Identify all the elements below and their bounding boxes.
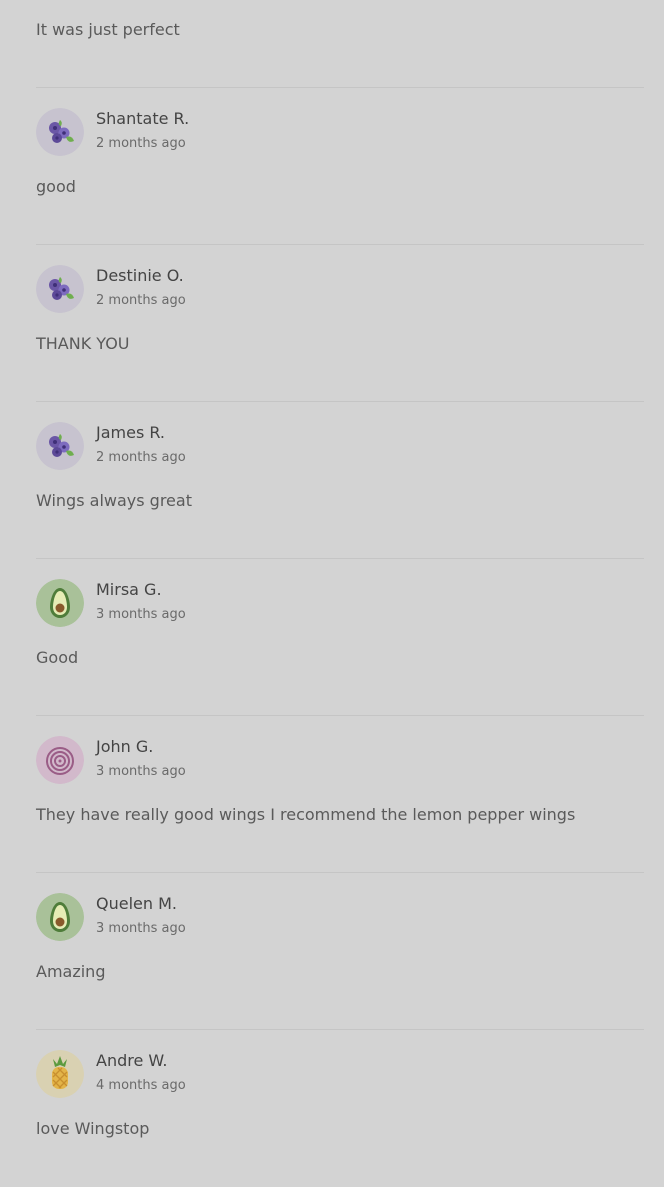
review-timestamp: 2 months ago [96, 136, 186, 151]
review-timestamp: 3 months ago [96, 921, 186, 936]
review-item: 2 months agoIt was just perfect [36, 0, 644, 88]
review-timestamp: 3 months ago [96, 607, 186, 622]
onion-icon [36, 736, 84, 784]
review-item: John G. 3 months ago They have really good… [36, 716, 644, 873]
reviewer-name: Shantate R. [96, 109, 190, 128]
pineapple-icon [36, 1050, 84, 1098]
review-text: They have really good wings I recommend … [36, 805, 576, 824]
review-timestamp: 4 months ago [96, 1078, 186, 1093]
reviewer-name: Mirsa G. [96, 580, 162, 599]
review-text: love Wingstop [36, 1119, 150, 1138]
avocado-icon [36, 579, 84, 627]
blueberry-icon [36, 265, 84, 313]
review-item: Quelen M. 3 months ago Amazing [36, 873, 644, 1030]
review-text: Good [36, 648, 79, 667]
review-text: It was just perfect [36, 20, 180, 39]
reviewer-name: John G. [96, 737, 154, 756]
review-item: Shantate R. 2 months ago good [36, 88, 644, 245]
review-text: Wings always great [36, 491, 192, 510]
review-item: Mirsa G. 3 months ago Good [36, 559, 644, 716]
reviewer-name: Andre W. [96, 1051, 168, 1070]
review-item: Andre W. 4 months ago love Wingstop [36, 1030, 644, 1187]
review-item: James R. 2 months ago Wings always great [36, 402, 644, 559]
avocado-icon [36, 893, 84, 941]
review-text: Amazing [36, 962, 106, 981]
reviewer-name: James R. [96, 423, 166, 442]
reviewer-name: Destinie O. [96, 266, 184, 285]
review-timestamp: 2 months ago [96, 293, 186, 308]
review-item: Destinie O. 2 months ago THANK YOU [36, 245, 644, 402]
reviewer-name: Quelen M. [96, 894, 177, 913]
blueberry-icon [36, 108, 84, 156]
review-timestamp: 2 months ago [96, 450, 186, 465]
review-text: THANK YOU [36, 334, 130, 353]
review-timestamp: 3 months ago [96, 764, 186, 779]
blueberry-icon [36, 422, 84, 470]
review-text: good [36, 177, 76, 196]
